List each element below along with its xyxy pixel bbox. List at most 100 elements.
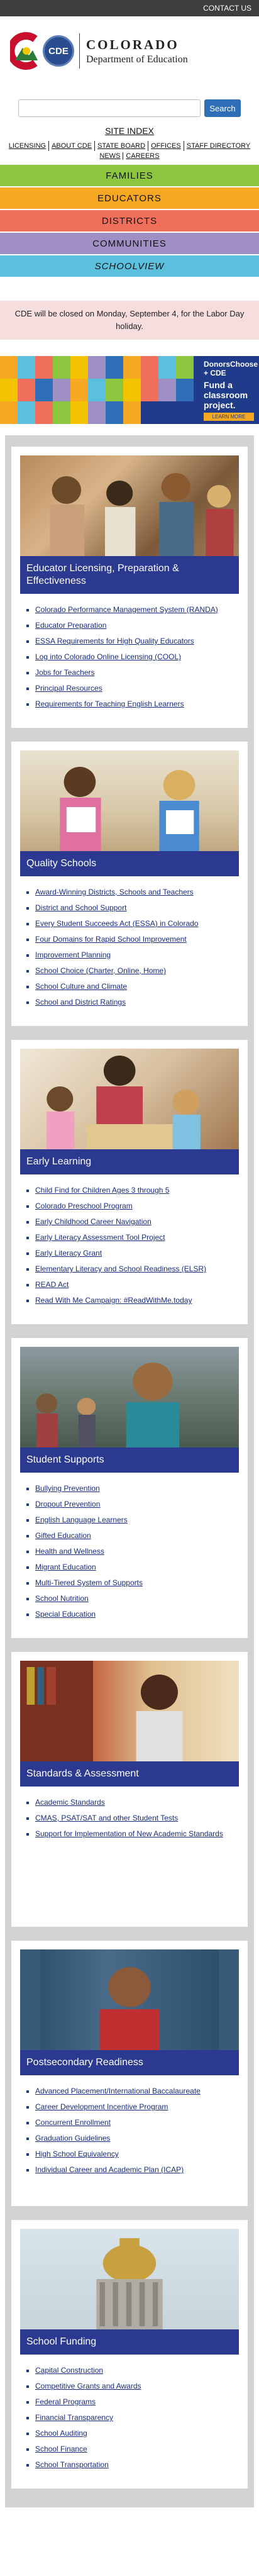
card-link[interactable]: Educator Preparation	[35, 621, 106, 630]
card-link-list: Academic Standards CMAS, PSAT/SAT and ot…	[20, 1787, 239, 1914]
card-link[interactable]: Four Domains for Rapid School Improvemen…	[35, 935, 187, 944]
card-link[interactable]: Principal Resources	[35, 684, 102, 693]
card-link[interactable]: Migrant Education	[35, 1563, 96, 1571]
card-link[interactable]: School Culture and Climate	[35, 982, 127, 991]
site-index-link[interactable]: SITE INDEX	[105, 126, 154, 136]
list-item: School and District Ratings	[35, 998, 239, 1006]
card-title: Standards & Assessment	[20, 1761, 239, 1787]
careers-link[interactable]: CAREERS	[123, 152, 162, 160]
card-link[interactable]: Gifted Education	[35, 1531, 91, 1540]
card-link[interactable]: School Transportation	[35, 2460, 109, 2469]
list-item: Colorado Preschool Program	[35, 1202, 239, 1210]
colorado-c-logo-icon[interactable]	[7, 31, 39, 70]
card-school-funding: School Funding Capital Construction Comp…	[11, 2220, 248, 2489]
list-item: Concurrent Enrollment	[35, 2118, 239, 2127]
card-link[interactable]: School Choice (Charter, Online, Home)	[35, 966, 166, 975]
card-link[interactable]: Elementary Literacy and School Readiness…	[35, 1264, 206, 1273]
donorschoose-banner[interactable]: DonorsChoose + CDE Fund a classroom proj…	[0, 356, 259, 424]
card-link[interactable]: Bullying Prevention	[35, 1484, 100, 1493]
list-item: Health and Wellness	[35, 1547, 239, 1556]
card-link[interactable]: High School Equivalency	[35, 2149, 119, 2158]
card-link[interactable]: School Nutrition	[35, 1594, 89, 1603]
state-board-link[interactable]: STATE BOARD	[95, 141, 149, 151]
card-link[interactable]: Early Childhood Career Navigation	[35, 1217, 152, 1226]
site-index: SITE INDEX	[0, 123, 259, 141]
list-item: Elementary Literacy and School Readiness…	[35, 1264, 239, 1273]
list-item: School Culture and Climate	[35, 982, 239, 991]
card-link-list: Award-Winning Districts, Schools and Tea…	[20, 876, 239, 1006]
card-link[interactable]: Dropout Prevention	[35, 1500, 100, 1508]
list-item: Child Find for Children Ages 3 through 5	[35, 1186, 239, 1195]
list-item: School Transportation	[35, 2460, 239, 2469]
card-title: Quality Schools	[20, 851, 239, 876]
list-item: Advanced Placement/International Baccala…	[35, 2087, 239, 2095]
card-link[interactable]: Multi-Tiered System of Supports	[35, 1578, 143, 1587]
card-link[interactable]: District and School Support	[35, 903, 126, 912]
contact-us-link[interactable]: CONTACT US	[203, 4, 251, 13]
card-link[interactable]: Jobs for Teachers	[35, 668, 95, 677]
card-link[interactable]: Concurrent Enrollment	[35, 2118, 111, 2127]
card-link[interactable]: Colorado Preschool Program	[35, 1202, 133, 1210]
high-school-student-photo	[20, 1949, 239, 2050]
card-link[interactable]: Graduation Guidelines	[35, 2134, 110, 2143]
about-cde-link[interactable]: ABOUT CDE	[49, 141, 96, 151]
news-link[interactable]: NEWS	[97, 152, 124, 160]
card-link[interactable]: Requirements for Teaching English Learne…	[35, 700, 184, 708]
card-link[interactable]: READ Act	[35, 1280, 69, 1289]
brand-text[interactable]: COLORADO Department of Education	[86, 37, 188, 65]
card-link[interactable]: ESSA Requirements for High Quality Educa…	[35, 637, 194, 645]
card-link[interactable]: Advanced Placement/International Baccala…	[35, 2087, 201, 2095]
banner-headline: Fund a classroom project.	[204, 379, 248, 410]
list-item: Gifted Education	[35, 1531, 239, 1540]
card-link[interactable]: Competitive Grants and Awards	[35, 2382, 141, 2390]
card-link[interactable]: Early Literacy Grant	[35, 1249, 102, 1257]
list-item: Multi-Tiered System of Supports	[35, 1578, 239, 1587]
card-title: Student Supports	[20, 1447, 239, 1473]
card-link[interactable]: Individual Career and Academic Plan (ICA…	[35, 2165, 184, 2174]
list-item: Graduation Guidelines	[35, 2134, 239, 2143]
child-with-books-photo	[20, 1661, 239, 1761]
card-link[interactable]: Read With Me Campaign: #ReadWithMe.today	[35, 1296, 192, 1305]
educators-group-photo	[20, 455, 239, 556]
card-link[interactable]: Federal Programs	[35, 2397, 96, 2406]
card-link[interactable]: School Finance	[35, 2445, 87, 2453]
banner-cta[interactable]: LEARN MORE	[204, 412, 254, 421]
card-link[interactable]: Special Education	[35, 1610, 96, 1619]
card-link[interactable]: School Auditing	[35, 2429, 87, 2438]
card-link[interactable]: Capital Construction	[35, 2366, 103, 2375]
card-link-list: Child Find for Children Ages 3 through 5…	[20, 1174, 239, 1305]
utility-links-2: NEWS CAREERS	[0, 151, 259, 165]
nav-schoolview[interactable]: SCHOOLVIEW	[0, 255, 259, 277]
licensing-link[interactable]: LICENSING	[6, 141, 50, 151]
card-link[interactable]: Financial Transparency	[35, 2413, 113, 2422]
card-link[interactable]: CMAS, PSAT/SAT and other Student Tests	[35, 1814, 178, 1822]
card-title: Early Learning	[20, 1149, 239, 1174]
card-link[interactable]: Log into Colorado Online Licensing (COOL…	[35, 652, 181, 661]
offices-link[interactable]: OFFICES	[148, 141, 184, 151]
card-link[interactable]: Improvement Planning	[35, 951, 111, 959]
teacher-and-children-photo	[20, 1049, 239, 1149]
list-item: Special Education	[35, 1610, 239, 1619]
card-link[interactable]: Health and Wellness	[35, 1547, 104, 1556]
card-link[interactable]: Support for Implementation of New Academ…	[35, 1829, 223, 1838]
brand-line-1: COLORADO	[86, 36, 179, 52]
staff-directory-link[interactable]: STAFF DIRECTORY	[184, 141, 253, 151]
search-button[interactable]: Search	[204, 99, 241, 117]
card-link[interactable]: School and District Ratings	[35, 998, 126, 1006]
nav-educators[interactable]: EDUCATORS	[0, 187, 259, 209]
card-link[interactable]: Award-Winning Districts, Schools and Tea…	[35, 888, 194, 896]
card-link[interactable]: Career Development Incentive Program	[35, 2102, 168, 2111]
search-input[interactable]	[18, 99, 201, 117]
nav-communities[interactable]: COMMUNITIES	[0, 233, 259, 254]
list-item: READ Act	[35, 1280, 239, 1289]
card-link[interactable]: Early Literacy Assessment Tool Project	[35, 1233, 165, 1242]
card-quality-schools: Quality Schools Award-Winning Districts,…	[11, 742, 248, 1026]
card-link[interactable]: English Language Learners	[35, 1515, 128, 1524]
card-standards-assessment: Standards & Assessment Academic Standard…	[11, 1652, 248, 1927]
card-link[interactable]: Child Find for Children Ages 3 through 5	[35, 1186, 169, 1195]
card-link[interactable]: Colorado Performance Management System (…	[35, 605, 218, 614]
card-link[interactable]: Every Student Succeeds Act (ESSA) in Col…	[35, 919, 198, 928]
nav-families[interactable]: FAMILIES	[0, 165, 259, 186]
nav-districts[interactable]: DISTRICTS	[0, 210, 259, 231]
card-link[interactable]: Academic Standards	[35, 1798, 105, 1807]
